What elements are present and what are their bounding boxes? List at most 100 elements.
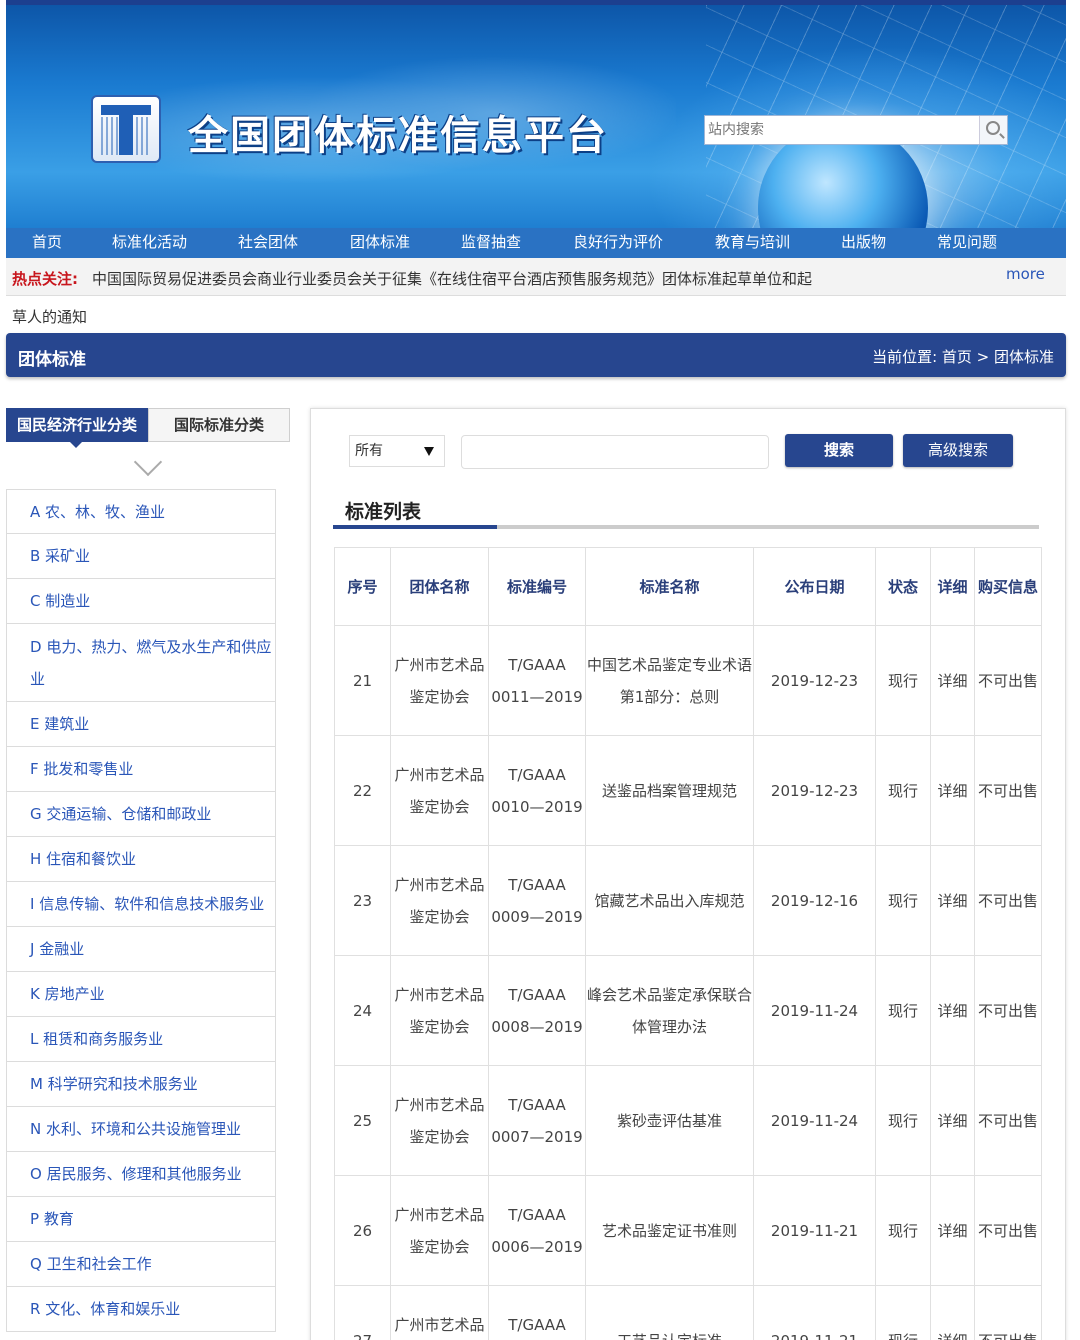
cell-status: 现行 <box>875 625 931 736</box>
tab-international-classification[interactable]: 国际标准分类 <box>148 408 290 442</box>
nav-publications[interactable]: 出版物 <box>841 228 886 258</box>
cell-status: 现行 <box>875 1065 931 1176</box>
cell-code: T/GAAA 0005—2019 <box>488 1285 586 1340</box>
site-search-input[interactable] <box>705 116 979 144</box>
column-header: 详细 <box>930 547 975 626</box>
detail-link[interactable]: 详细 <box>930 845 975 956</box>
list-title: 标准列表 <box>345 501 422 523</box>
search-button[interactable]: 搜索 <box>785 434 893 467</box>
nav-social-organizations[interactable]: 社会团体 <box>238 228 298 258</box>
cell-org: 广州市艺术品鉴定协会 <box>390 845 489 956</box>
nav-standardization-activities[interactable]: 标准化活动 <box>112 228 187 258</box>
category-item[interactable]: N 水利、环境和公共设施管理业 <box>6 1107 276 1152</box>
category-item[interactable]: I 信息传输、软件和信息技术服务业 <box>6 882 276 927</box>
hot-news-link[interactable]: 中国国际贸易促进委员会商业行业委员会关于征集《在线住宿平台酒店预售服务规范》团体… <box>92 268 812 289</box>
cell-name: 工艺品认定标准 <box>585 1285 754 1340</box>
cell-code: T/GAAA 0010—2019 <box>488 735 586 846</box>
cell-status: 现行 <box>875 735 931 846</box>
detail-link[interactable]: 详细 <box>930 1065 975 1176</box>
category-item[interactable]: A 农、林、牧、渔业 <box>6 489 276 534</box>
cell-org: 广州市艺术品鉴定协会 <box>390 1175 489 1286</box>
nav-education[interactable]: 教育与培训 <box>715 228 790 258</box>
site-search-button[interactable] <box>979 116 1007 144</box>
cell-no: 23 <box>334 845 391 956</box>
category-item[interactable]: C 制造业 <box>6 579 276 624</box>
category-item[interactable]: E 建筑业 <box>6 702 276 747</box>
detail-link[interactable]: 详细 <box>930 1285 975 1340</box>
cell-code: T/GAAA 0009—2019 <box>488 845 586 956</box>
category-item[interactable]: L 租赁和商务服务业 <box>6 1017 276 1062</box>
nav-good-behavior[interactable]: 良好行为评价 <box>573 228 663 258</box>
advanced-search-button[interactable]: 高级搜索 <box>903 434 1013 467</box>
main-nav: 首页 标准化活动 社会团体 团体标准 监督抽查 良好行为评价 教育与培训 出版物… <box>6 228 1066 258</box>
category-item[interactable]: D 电力、热力、燃气及水生产和供应业 <box>6 624 276 702</box>
status-select[interactable]: 所有 <box>349 435 445 467</box>
section-header: 团体标准 当前位置: 首页 > 团体标准 <box>6 333 1066 377</box>
cell-buy: 不可出售 <box>974 625 1042 736</box>
tab-active-pointer <box>70 442 82 448</box>
more-link[interactable]: more <box>1006 265 1045 283</box>
column-header: 公布日期 <box>753 547 876 626</box>
column-header: 状态 <box>875 547 931 626</box>
cell-org: 广州市艺术品鉴定协会 <box>390 955 489 1066</box>
cell-no: 26 <box>334 1175 391 1286</box>
table-row: 26 广州市艺术品鉴定协会 T/GAAA 0006—2019 艺术品鉴定证书准则… <box>334 1175 1042 1286</box>
cell-date: 2019-11-24 <box>753 1065 876 1176</box>
tab-label: 国民经济行业分类 <box>16 416 137 434</box>
cell-code: T/GAAA 0007—2019 <box>488 1065 586 1176</box>
nav-faq[interactable]: 常见问题 <box>937 228 997 258</box>
cell-name: 紫砂壶评估基准 <box>585 1065 754 1176</box>
cell-name: 艺术品鉴定证书准则 <box>585 1175 754 1286</box>
detail-link[interactable]: 详细 <box>930 1175 975 1286</box>
cell-code: T/GAAA 0006—2019 <box>488 1175 586 1286</box>
column-header: 购买信息 <box>974 547 1042 626</box>
standards-panel: 所有 搜索 高级搜索 标准列表 序号 团体名称 标准编号 标准名称 公布日期 状… <box>310 408 1066 1340</box>
category-item[interactable]: K 房地产业 <box>6 972 276 1017</box>
section-title: 团体标准 <box>18 350 86 370</box>
keyword-input[interactable] <box>461 435 769 469</box>
category-item[interactable]: F 批发和零售业 <box>6 747 276 792</box>
nav-home[interactable]: 首页 <box>32 228 62 258</box>
cell-code: T/GAAA 0008—2019 <box>488 955 586 1066</box>
caret-down-icon <box>424 447 434 456</box>
detail-link[interactable]: 详细 <box>930 955 975 1066</box>
category-item[interactable]: H 住宿和餐饮业 <box>6 837 276 882</box>
tab-label: 国际标准分类 <box>173 416 264 434</box>
cell-buy: 不可出售 <box>974 1285 1042 1340</box>
nav-group-standards[interactable]: 团体标准 <box>350 228 410 258</box>
cell-code: T/GAAA 0011—2019 <box>488 625 586 736</box>
list-title-underline <box>333 525 1039 529</box>
cell-date: 2019-12-23 <box>753 625 876 736</box>
cell-no: 24 <box>334 955 391 1066</box>
category-item[interactable]: P 教育 <box>6 1197 276 1242</box>
nav-inspection[interactable]: 监督抽查 <box>461 228 521 258</box>
category-item[interactable]: Q 卫生和社会工作 <box>6 1242 276 1287</box>
category-item[interactable]: B 采矿业 <box>6 534 276 579</box>
tab-national-economy-classification[interactable]: 国民经济行业分类 <box>6 408 148 448</box>
category-item[interactable]: G 交通运输、仓储和邮政业 <box>6 792 276 837</box>
category-item[interactable]: M 科学研究和技术服务业 <box>6 1062 276 1107</box>
breadcrumb: 当前位置: 首页 > 团体标准 <box>872 348 1054 366</box>
column-header: 标准名称 <box>585 547 754 626</box>
site-title: 全国团体标准信息平台 <box>188 113 608 159</box>
column-header: 标准编号 <box>488 547 586 626</box>
search-icon <box>986 121 1000 135</box>
cell-name: 馆藏艺术品出入库规范 <box>585 845 754 956</box>
chevron-down-icon[interactable] <box>134 452 160 478</box>
category-item[interactable]: O 居民服务、修理和其他服务业 <box>6 1152 276 1197</box>
table-row: 23 广州市艺术品鉴定协会 T/GAAA 0009—2019 馆藏艺术品出入库规… <box>334 845 1042 956</box>
table-row: 24 广州市艺术品鉴定协会 T/GAAA 0008—2019 峰会艺术品鉴定承保… <box>334 955 1042 1066</box>
detail-link[interactable]: 详细 <box>930 625 975 736</box>
cell-status: 现行 <box>875 1175 931 1286</box>
cell-buy: 不可出售 <box>974 845 1042 956</box>
detail-link[interactable]: 详细 <box>930 735 975 846</box>
table-row: 27 广州市艺术品鉴定协会 T/GAAA 0005—2019 工艺品认定标准 2… <box>334 1285 1042 1340</box>
hot-news-link-continued[interactable]: 草人的通知 <box>12 306 87 327</box>
cell-org: 广州市艺术品鉴定协会 <box>390 625 489 736</box>
cell-date: 2019-12-16 <box>753 845 876 956</box>
category-item[interactable]: R 文化、体育和娱乐业 <box>6 1287 276 1332</box>
cell-date: 2019-11-24 <box>753 955 876 1066</box>
category-item[interactable]: J 金融业 <box>6 927 276 972</box>
cell-no: 27 <box>334 1285 391 1340</box>
platform-logo[interactable] <box>91 95 161 163</box>
